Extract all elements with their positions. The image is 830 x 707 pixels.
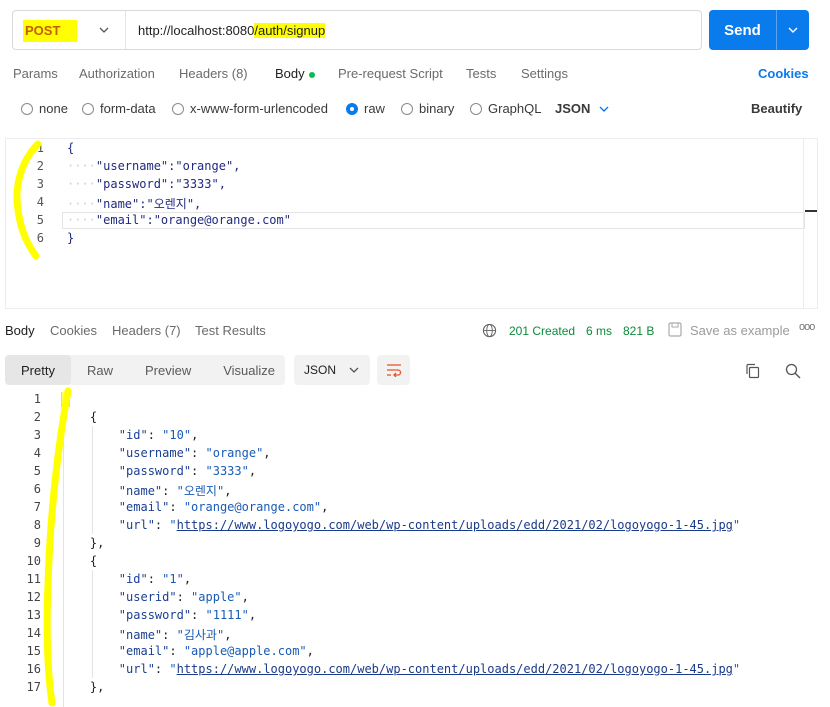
code-line: "userid": "apple", [118,590,249,604]
chevron-down-icon [99,27,109,33]
scroll-marker [805,210,817,212]
radio-form-data-label: form-data [100,101,156,116]
radio-circle [470,102,482,115]
code-line: "url": "https://www.logoyogo.com/web/wp-… [118,518,741,532]
view-preview[interactable]: Preview [129,355,207,385]
tab-pre-request-script[interactable]: Pre-request Script [338,66,443,81]
view-pretty[interactable]: Pretty [5,355,71,385]
editor-scrollbar[interactable] [803,139,817,308]
status-code[interactable]: 201 Created [509,324,575,338]
response-tab-body[interactable]: Body [5,323,35,338]
body-format-select[interactable]: JSON [555,101,610,116]
radio-none[interactable]: none [21,101,68,116]
save-as-example-button[interactable]: Save as example [690,323,790,338]
radio-binary[interactable]: binary [401,101,454,116]
code-line: "id": "1", [118,572,192,586]
url-prefix: http://localhost:8080 [138,22,255,38]
send-button[interactable]: Send [709,10,776,50]
chevron-down-icon [788,27,798,33]
view-visualize[interactable]: Visualize [207,355,291,385]
method-label: POST [25,22,61,38]
code-line: "password": "1111", [118,608,257,622]
cookies-link[interactable]: Cookies [758,66,809,81]
tab-settings[interactable]: Settings [521,66,568,81]
url-bar: POST http://localhost:8080/auth/signup [12,10,702,50]
tab-body[interactable]: Body [275,66,315,81]
method-select[interactable]: POST [13,11,125,49]
response-format-label: JSON [304,363,337,377]
url-path-highlight: /auth/signup [254,22,326,38]
view-raw[interactable]: Raw [71,355,129,385]
body-indicator-dot [308,71,315,78]
beautify-button[interactable]: Beautify [751,101,802,116]
code-line: "url": "https://www.logoyogo.com/web/wp-… [118,662,741,676]
response-tab-cookies[interactable]: Cookies [50,323,97,338]
tab-params[interactable]: Params [13,66,58,81]
send-button-group: Send [709,10,809,50]
radio-binary-label: binary [419,101,455,116]
code-line: "name": "오렌지", [118,484,232,498]
send-options-button[interactable] [777,10,809,50]
response-body-viewer[interactable]: 1[2 {3 "id": "10", 4 "username": "orange"… [0,392,830,707]
tab-body-label: Body [275,66,305,81]
response-time[interactable]: 6 ms [586,324,612,338]
view-mode-bar: Pretty Raw Preview Visualize [5,355,285,385]
code-line: "password": "3333", [118,464,257,478]
globe-icon[interactable] [482,323,497,338]
response-size[interactable]: 821 B [623,324,654,338]
code-line: { [67,141,75,155]
radio-graphql-label: GraphQL [488,101,542,116]
radio-urlencoded[interactable]: x-www-form-urlencoded [172,101,328,116]
search-icon[interactable] [785,363,801,379]
chevron-down-icon [599,106,609,112]
response-tab-headers[interactable]: Headers (7) [112,323,181,338]
request-body-editor[interactable]: 1{2 ····"username":"orange", 3 ····"passwor… [5,138,818,309]
code-line: "email": "orange@orange.com", [118,500,329,514]
radio-circle [401,102,413,115]
radio-circle [82,102,94,115]
code-line: ····"username":"orange", [67,159,241,173]
radio-circle [172,102,184,115]
chevron-down-icon [349,367,359,373]
radio-urlencoded-label: x-www-form-urlencoded [190,101,328,116]
tab-authorization[interactable]: Authorization [79,66,155,81]
wrap-lines-icon [386,364,401,377]
copy-icon[interactable] [745,363,761,379]
body-format-label: JSON [555,101,591,116]
radio-raw[interactable]: raw [346,101,385,116]
code-line: ····"name":"오렌지", [67,197,202,211]
response-format-select[interactable]: JSON [294,355,370,385]
tab-tests[interactable]: Tests [466,66,496,81]
radio-graphql[interactable]: GraphQL [470,101,541,116]
radio-raw-label: raw [364,101,385,116]
url-input[interactable]: http://localhost:8080/auth/signup [126,22,326,38]
code-line: "name": "김사과", [118,628,232,642]
response-tab-test-results[interactable]: Test Results [195,323,266,338]
annotation-mark [43,387,72,707]
save-icon [668,322,682,337]
code-line: } [67,231,75,245]
radio-form-data[interactable]: form-data [82,101,156,116]
code-line: "username": "orange", [118,446,271,460]
code-line: ····"password":"3333", [67,177,226,191]
radio-none-label: none [39,101,68,116]
code-line: ····"email":"orange@orange.com" [67,213,291,227]
radio-circle [21,102,33,115]
more-options-button[interactable]: ooo [799,321,815,333]
wrap-lines-button[interactable] [377,355,410,385]
code-line: "email": "apple@apple.com", [118,644,314,658]
code-line: "id": "10", [118,428,199,442]
radio-circle-selected [346,102,358,115]
tab-headers[interactable]: Headers (8) [179,66,248,81]
annotation-mark [13,140,42,260]
